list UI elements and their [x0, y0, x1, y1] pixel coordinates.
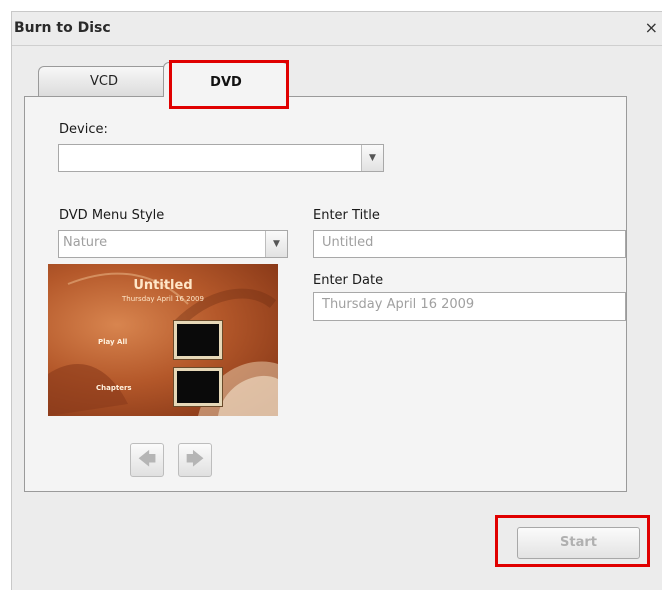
arrow-left-icon: 🡄 — [137, 449, 157, 470]
date-label: Enter Date — [313, 273, 384, 288]
device-label: Device: — [59, 122, 108, 137]
title-bar: Burn to Disc × — [12, 12, 662, 46]
menu-style-label: DVD Menu Style — [59, 208, 165, 223]
start-button[interactable]: Start — [517, 527, 640, 559]
menu-style-value: Nature — [63, 235, 108, 250]
tab-dvd[interactable]: DVD — [163, 62, 289, 97]
arrow-right-icon: 🡆 — [185, 449, 205, 470]
title-label: Enter Title — [313, 208, 380, 223]
prev-style-button[interactable]: 🡄 — [130, 443, 164, 477]
menu-preview-image: Untitled Thursday April 16 2009 Play All… — [48, 264, 278, 416]
next-style-button[interactable]: 🡆 — [178, 443, 212, 477]
date-input[interactable]: Thursday April 16 2009 — [313, 292, 626, 321]
chevron-down-icon: ▼ — [361, 145, 383, 171]
preview-date: Thursday April 16 2009 — [122, 295, 204, 303]
title-input[interactable]: Untitled — [313, 230, 626, 258]
preview-chapters: Chapters — [96, 384, 132, 392]
tab-vcd[interactable]: VCD — [38, 66, 170, 96]
preview-thumbnail — [174, 321, 222, 359]
chevron-down-icon: ▼ — [265, 231, 287, 257]
preview-thumbnail — [174, 368, 222, 406]
menu-style-select[interactable]: Nature ▼ — [58, 230, 288, 258]
device-select[interactable]: ▼ — [58, 144, 384, 172]
dialog-title: Burn to Disc — [14, 20, 111, 36]
preview-title: Untitled — [133, 278, 193, 293]
preview-play-all: Play All — [98, 338, 128, 346]
close-icon[interactable]: × — [645, 18, 658, 37]
